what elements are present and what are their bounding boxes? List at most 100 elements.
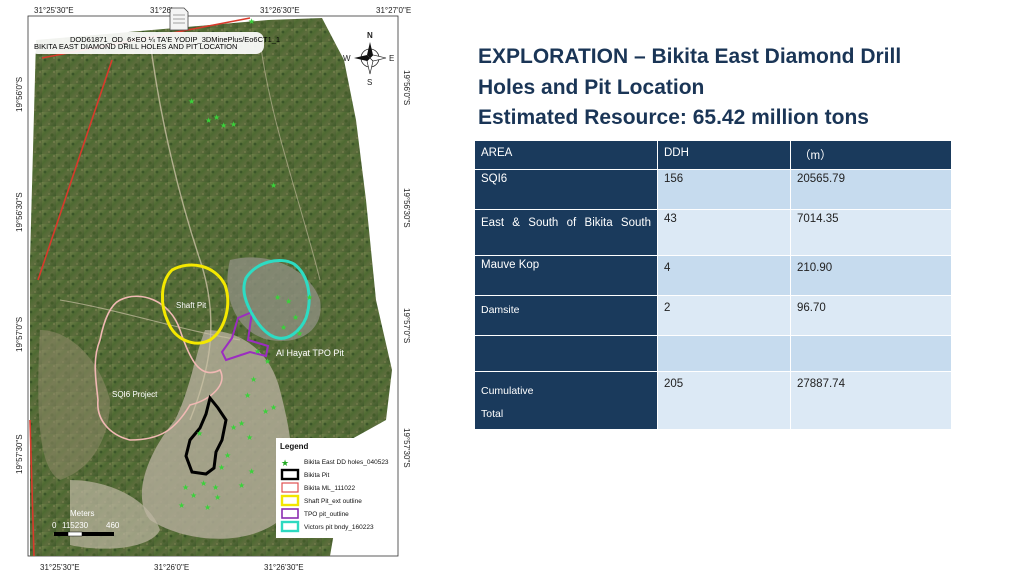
legend-title: Legend <box>280 442 309 451</box>
svg-text:★: ★ <box>285 297 292 306</box>
row-ddh: 2 <box>657 295 791 336</box>
legend-item-bikita-pit: Bikita Pit <box>304 472 329 479</box>
svg-text:★: ★ <box>182 483 189 492</box>
row-area: SQI6 <box>474 169 658 210</box>
svg-text:★: ★ <box>220 121 227 130</box>
map-panel: ★ ★ ★ ★ ★ ★ ★ ★ ★ ★ ★ ★ ★ ★ ★ ★ ★ ★ ★ ★ ★ ★ ★ ★ ★ ★ ★ ★ ★ ★ ★ ★… <box>0 0 470 576</box>
table-row: Damsite 2 96.70 <box>474 295 952 336</box>
svg-text:★: ★ <box>214 493 221 502</box>
right-coord-2: 19°56'30"S <box>402 188 411 228</box>
row-meters: 210.90 <box>790 255 952 296</box>
table-header-row: AREA DDH （m） <box>474 140 952 170</box>
svg-text:★: ★ <box>270 181 277 190</box>
top-coord-3: 31°26'30"E <box>260 6 300 15</box>
svg-text:★: ★ <box>246 433 253 442</box>
svg-text:★: ★ <box>244 391 251 400</box>
row-ddh: 43 <box>657 209 791 256</box>
header-ddh: DDH <box>657 140 791 170</box>
svg-text:★: ★ <box>248 467 255 476</box>
table-row: Mauve Kop 4 210.90 <box>474 255 952 296</box>
svg-text:W: W <box>343 54 351 63</box>
legend-item-tpo-pit: TPO pit_outline <box>304 511 349 518</box>
svg-text:0: 0 <box>52 521 57 530</box>
svg-text:★: ★ <box>200 479 207 488</box>
svg-text:★: ★ <box>230 120 237 129</box>
row-ddh: 4 <box>657 255 791 296</box>
document-icon <box>169 7 189 31</box>
map-legend: Legend ★ Bikita East DD holes_040523 Bik… <box>276 438 389 538</box>
table-row: Cumulative Total 205 27887.74 <box>474 371 952 430</box>
right-coord-4: 19°57'30"S <box>402 428 411 468</box>
svg-text:★: ★ <box>292 313 299 322</box>
row-meters <box>790 335 952 372</box>
svg-text:★: ★ <box>224 451 231 460</box>
row-meters: 7014.35 <box>790 209 952 256</box>
svg-text:E: E <box>389 54 394 63</box>
exploration-map: ★ ★★ ★ ★★★ ★ ★★★ ★★★★ ★★ ★★ ★ ★★★ ★★ ★★ ★★★★ ★… <box>15 6 411 572</box>
table-row <box>474 335 952 372</box>
svg-text:★: ★ <box>250 375 257 384</box>
svg-text:★: ★ <box>262 407 269 416</box>
drill-hole-star-icon: ★ <box>281 459 289 469</box>
row-area: Damsite <box>474 295 658 336</box>
top-coord-2: 31°26' <box>150 6 173 15</box>
row-meters: 20565.79 <box>790 169 952 210</box>
svg-text:Meters: Meters <box>70 509 94 518</box>
row-area: Cumulative Total <box>474 371 658 430</box>
legend-item-drill-holes: Bikita East DD holes_040523 <box>304 459 389 466</box>
title-line-1: EXPLORATION – Bikita East Diamond Drill <box>478 45 902 68</box>
svg-text:★: ★ <box>296 329 303 338</box>
bottom-coord-3: 31°26'30"E <box>264 563 304 572</box>
bottom-coord-1: 31°25'30"E <box>40 563 80 572</box>
table-row: East & South of Bikita South 43 7014.35 <box>474 209 952 256</box>
al-hayat-label: Al Hayat TPO Pit <box>276 348 344 358</box>
svg-text:115230: 115230 <box>62 521 89 530</box>
right-coord-3: 19°57'0"S <box>402 308 411 343</box>
legend-item-shaft-pit: Shaft Pit_ext outline <box>304 498 362 505</box>
legend-item-bikita-ml: Bikita ML_111022 <box>304 485 355 492</box>
bottom-coord-2: 31°26'0"E <box>154 563 189 572</box>
row-meters: 27887.74 <box>790 371 952 430</box>
right-coord-1: 19°56'0"S <box>402 70 411 105</box>
svg-text:★: ★ <box>212 483 219 492</box>
row-ddh: 205 <box>657 371 791 430</box>
slide-title: EXPLORATION – Bikita East Diamond Drill … <box>478 42 998 134</box>
header-meters: （m） <box>790 140 952 170</box>
svg-text:★: ★ <box>178 501 185 510</box>
row-meters: 96.70 <box>790 295 952 336</box>
title-line-3: Estimated Resource: 65.42 million tons <box>478 106 869 129</box>
svg-text:★: ★ <box>254 347 261 356</box>
shaft-pit-label: Shaft Pit <box>176 301 207 310</box>
svg-text:N: N <box>367 31 373 40</box>
svg-text:★: ★ <box>270 403 277 412</box>
svg-text:★: ★ <box>306 293 313 302</box>
svg-text:★: ★ <box>280 323 287 332</box>
svg-text:S: S <box>367 78 372 87</box>
svg-text:★: ★ <box>204 503 211 512</box>
left-coord-1: 19°56'0"S <box>15 77 24 112</box>
svg-text:★: ★ <box>238 481 245 490</box>
resource-table: AREA DDH （m） SQI6 156 20565.79 East & So… <box>474 140 952 430</box>
header-area: AREA <box>474 140 658 170</box>
row-area <box>474 335 658 372</box>
left-coord-2: 19°56'30"S <box>15 192 24 232</box>
row-area: East & South of Bikita South <box>474 209 658 256</box>
row-area: Mauve Kop <box>474 255 658 296</box>
row-ddh <box>657 335 791 372</box>
svg-text:★: ★ <box>196 429 203 438</box>
svg-text:★: ★ <box>188 97 195 106</box>
svg-text:★: ★ <box>218 463 225 472</box>
top-coord-4: 31°27'0"E <box>376 6 411 15</box>
svg-text:★: ★ <box>230 423 237 432</box>
table-row: SQI6 156 20565.79 <box>474 169 952 210</box>
row-ddh: 156 <box>657 169 791 210</box>
top-coord-1: 31°25'30"E <box>34 6 74 15</box>
left-coord-3: 19°57'0"S <box>15 317 24 352</box>
svg-text:★: ★ <box>248 17 255 26</box>
map-title-text: BIKITA EAST DIAMOND DRILL HOLES AND PIT … <box>34 42 237 51</box>
svg-text:★: ★ <box>190 491 197 500</box>
sqi6-project-label: SQI6 Project <box>112 390 158 399</box>
svg-text:★: ★ <box>264 357 271 366</box>
svg-text:★: ★ <box>274 293 281 302</box>
svg-text:★: ★ <box>238 419 245 428</box>
